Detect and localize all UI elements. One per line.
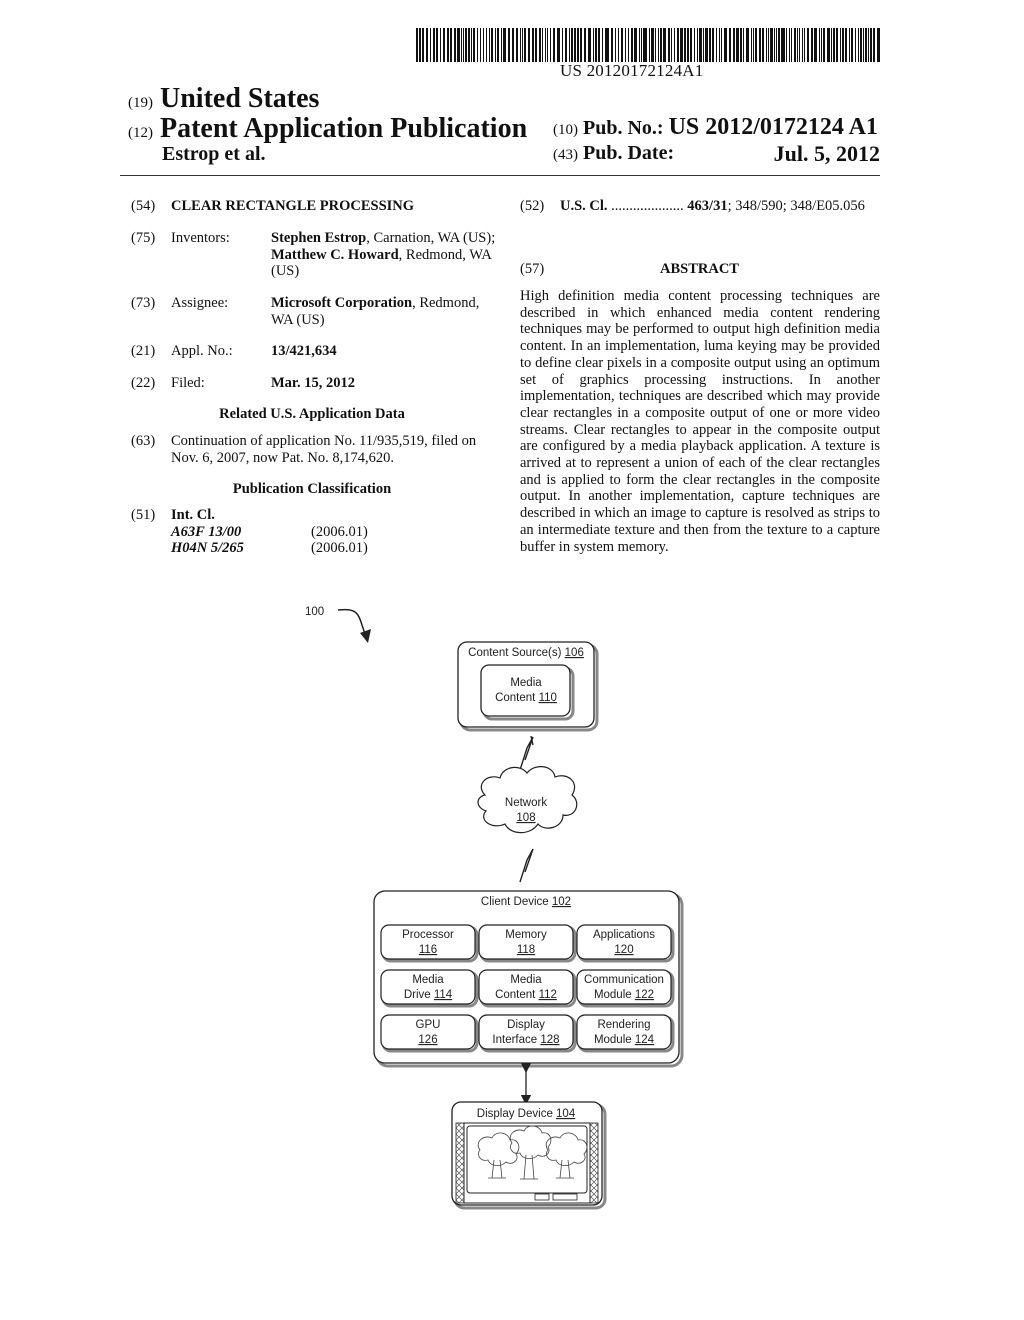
- module-label: Display: [507, 1019, 545, 1031]
- media-content-ref: Content 110: [495, 692, 557, 704]
- module-ref: Module 122: [594, 989, 654, 1001]
- module-label: Rendering: [597, 1019, 650, 1031]
- module-box: Rendering Module 124: [576, 1014, 675, 1053]
- module-ref: 118: [517, 944, 535, 956]
- network-ref: 108: [516, 812, 535, 824]
- content-source-label: Content Source(s) 106: [468, 647, 584, 659]
- module-ref: Content 112: [495, 989, 557, 1001]
- screen: [466, 1125, 588, 1194]
- wireless-link-icon: [519, 736, 534, 771]
- figure-ref-arrowhead: [360, 629, 371, 643]
- display-control-button: [534, 1193, 550, 1201]
- module-box: Display Interface 128: [478, 1014, 577, 1053]
- module-ref: 116: [419, 944, 437, 956]
- module-label: Communication: [584, 974, 664, 986]
- module-box: Processor 116: [380, 924, 479, 963]
- media-content-source-box: Media Content 110: [480, 664, 575, 721]
- module-label: GPU: [416, 1019, 441, 1031]
- module-label: Applications: [593, 929, 655, 941]
- module-label: Media: [510, 974, 542, 986]
- module-box: Communication Module 122: [576, 969, 675, 1008]
- module-label: Memory: [505, 929, 547, 941]
- module-box: Media Content 112: [478, 969, 577, 1008]
- module-box: Media Drive 114: [380, 969, 479, 1008]
- network-cloud: Network 108: [477, 766, 578, 834]
- module-box: Applications 120: [576, 924, 675, 963]
- module-box: Memory 118: [478, 924, 577, 963]
- module-label: Media: [412, 974, 444, 986]
- media-content-label: Media: [510, 677, 542, 689]
- wireless-link-icon: [519, 848, 534, 883]
- module-ref: Module 124: [594, 1034, 655, 1046]
- client-modules: Processor 116 Memory 118 Applications 120 Medi…: [380, 924, 675, 1053]
- speaker-left-icon: [455, 1122, 465, 1204]
- display-device-label: Display Device 104: [477, 1108, 576, 1120]
- network-label: Network: [505, 797, 547, 809]
- module-ref: Drive 114: [404, 989, 453, 1001]
- figure-diagram: 100 Content Source(s) 106 Media Content …: [305, 606, 684, 1210]
- module-box: GPU 126: [380, 1014, 479, 1053]
- client-device-label: Client Device 102: [481, 896, 571, 908]
- display-device-box: Display Device 104: [451, 1101, 607, 1210]
- module-ref: 126: [418, 1034, 437, 1046]
- module-label: Processor: [402, 929, 454, 941]
- display-control-button: [552, 1193, 578, 1201]
- speaker-right-icon: [589, 1122, 599, 1204]
- module-ref: 120: [614, 944, 633, 956]
- figure-ref-label: 100: [305, 606, 324, 618]
- module-ref: Interface 128: [492, 1034, 559, 1046]
